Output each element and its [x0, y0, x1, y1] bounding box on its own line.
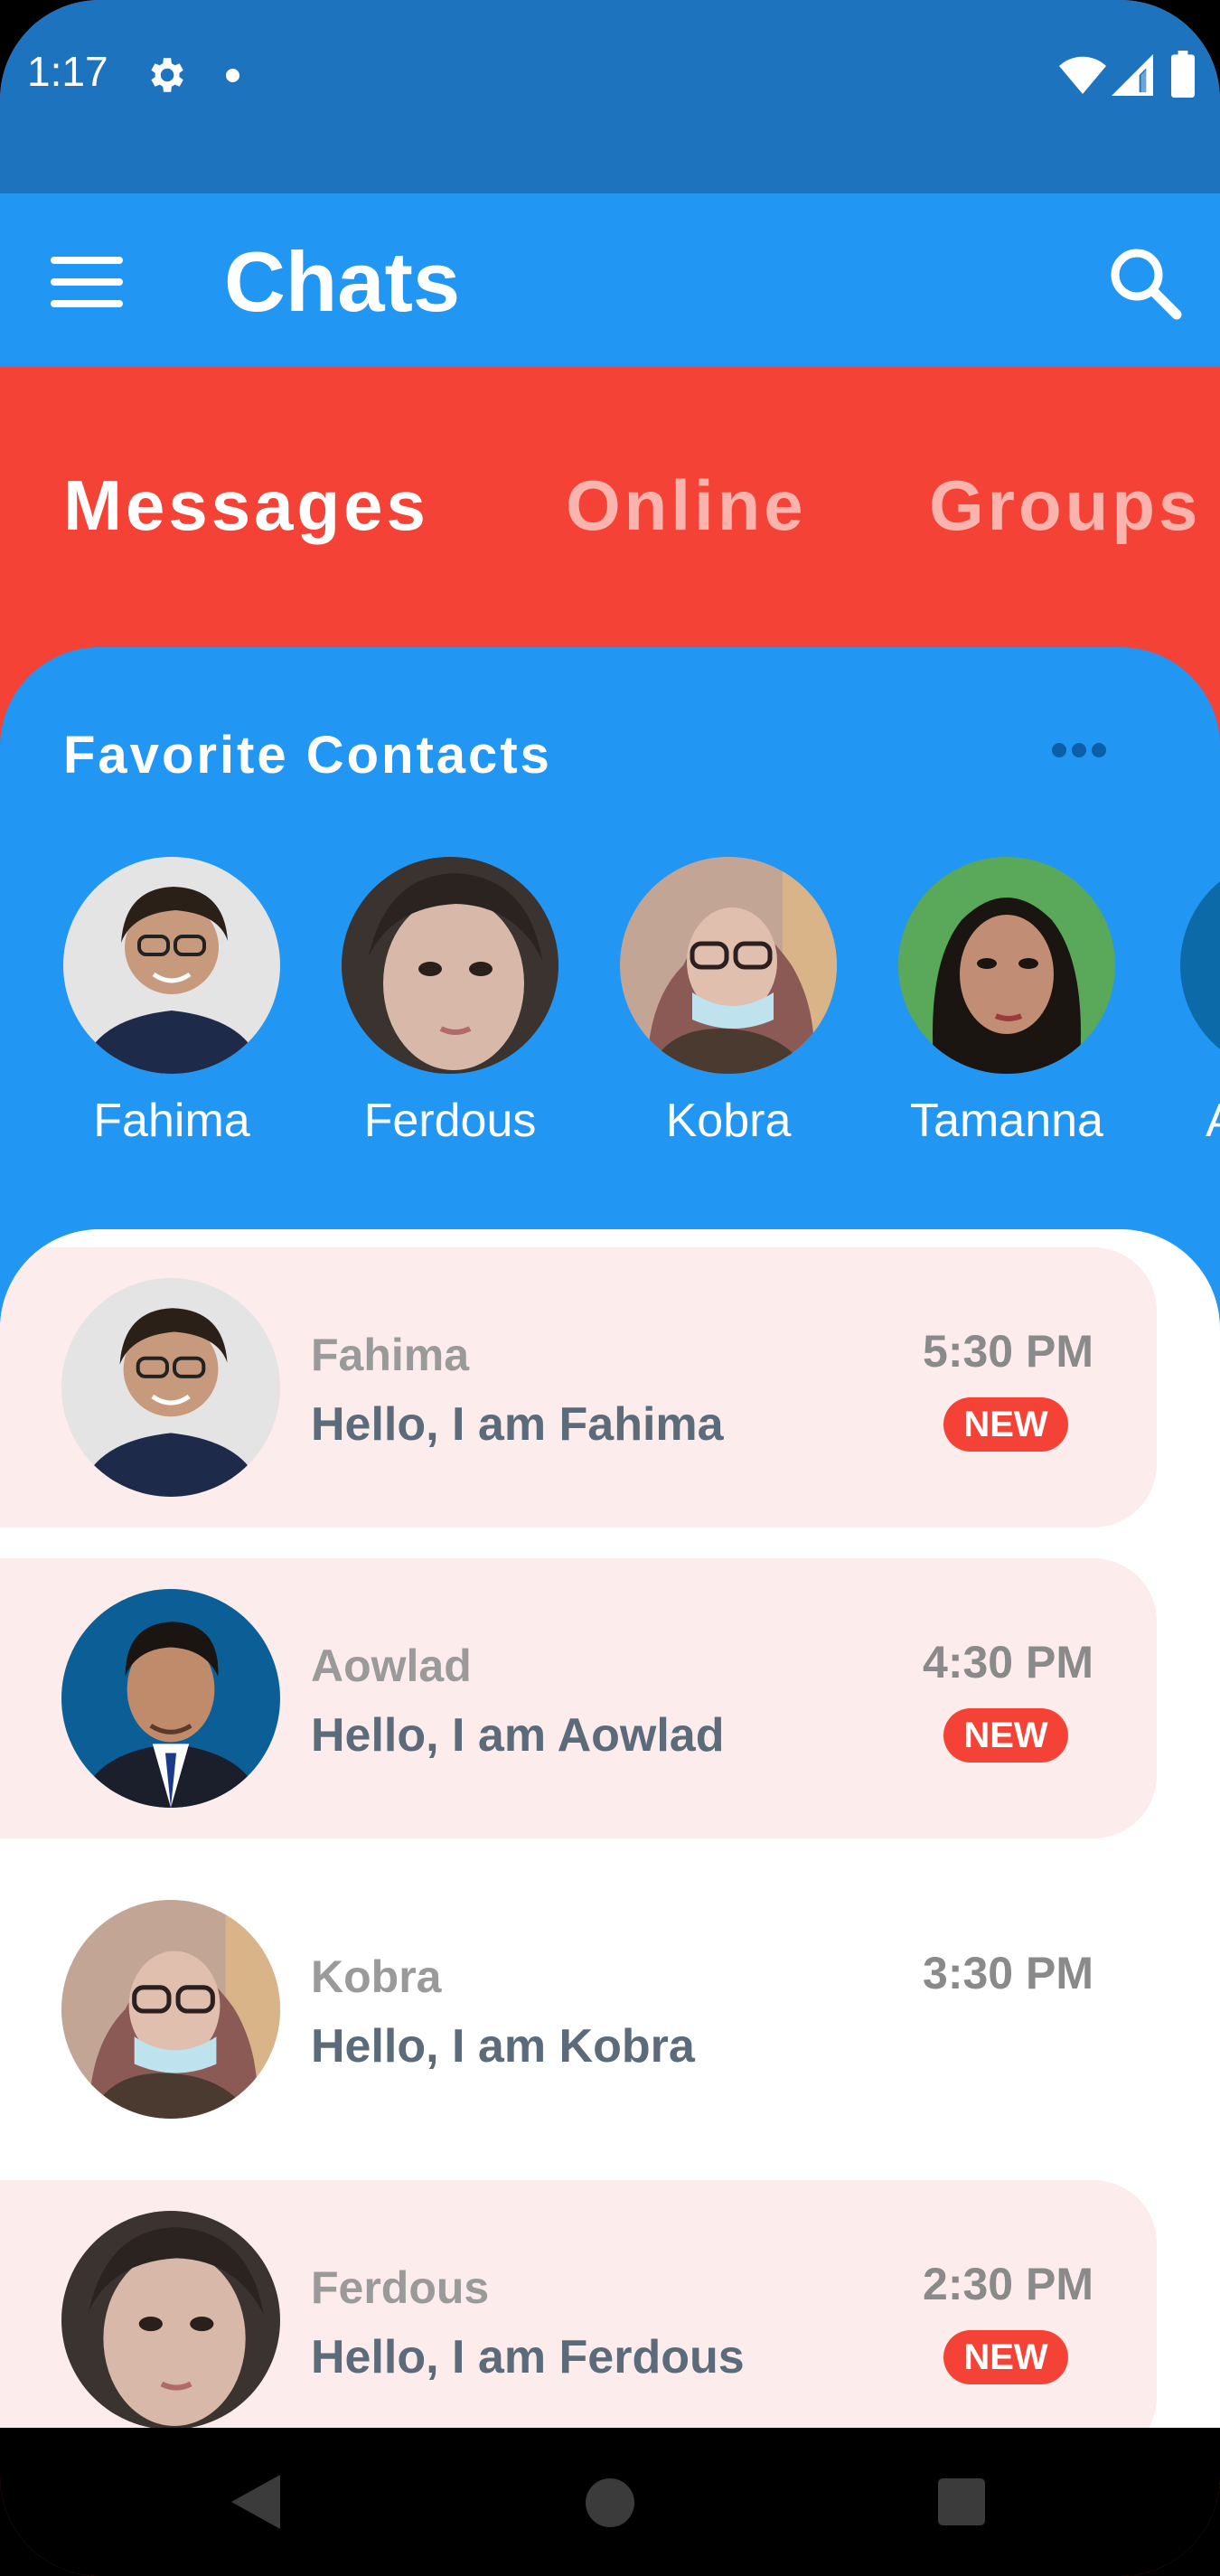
- category-tabs: Messages Online Groups: [0, 367, 1220, 674]
- chat-timestamp: 3:30 PM: [923, 1948, 1093, 1998]
- app-bar: Chats: [0, 193, 1220, 367]
- search-icon[interactable]: [1106, 244, 1182, 320]
- navigation-bar: [0, 2428, 1220, 2576]
- chat-message-preview: Hello, I am Aowlad: [311, 1709, 725, 1762]
- chat-list: Fahima Hello, I am Fahima 5:30 PM NEW Ao…: [0, 1229, 1220, 2428]
- avatar: [61, 1278, 280, 1497]
- page-title: Chats: [224, 234, 461, 329]
- tab-groups[interactable]: Groups: [929, 465, 1201, 547]
- chat-contact-name: Aowlad: [311, 1641, 472, 1691]
- chat-message-preview: Hello, I am Fahima: [311, 1398, 724, 1451]
- favorite-contact-fahima[interactable]: Fahima: [63, 857, 280, 1148]
- home-icon[interactable]: [586, 2478, 634, 2527]
- chat-row-aowlad[interactable]: Aowlad Hello, I am Aowlad 4:30 PM NEW: [0, 1558, 1157, 1838]
- notification-dot-icon: [226, 69, 239, 82]
- chat-message-preview: Hello, I am Kobra: [311, 2020, 695, 2073]
- favorite-contact-name: Tamanna: [910, 1095, 1103, 1147]
- chat-contact-name: Ferdous: [311, 2262, 490, 2313]
- avatar: [620, 857, 837, 1074]
- favorite-contact-ferdous[interactable]: Ferdous: [342, 857, 558, 1148]
- tab-messages[interactable]: Messages: [63, 465, 429, 547]
- new-badge: NEW: [943, 2330, 1068, 2384]
- chat-timestamp: 2:30 PM: [923, 2259, 1093, 2309]
- favorite-contact-name: Fahima: [93, 1095, 250, 1147]
- favorite-contact-tamanna[interactable]: Tamanna: [898, 857, 1115, 1148]
- avatar: [61, 1589, 280, 1808]
- battery-icon: [1171, 51, 1195, 98]
- favorite-contact-name: A: [1206, 1094, 1220, 1148]
- chat-contact-name: Fahima: [311, 1330, 470, 1380]
- hamburger-menu-icon[interactable]: [51, 257, 123, 307]
- recents-icon[interactable]: [938, 2478, 985, 2525]
- chat-message-preview: Hello, I am Ferdous: [311, 2331, 745, 2383]
- favorite-contact-avatar-partial[interactable]: [1180, 857, 1220, 1074]
- favorite-contact-name: Kobra: [665, 1095, 792, 1147]
- avatar: [61, 1900, 280, 2119]
- status-bar: 1:17: [0, 0, 1220, 193]
- chat-row-kobra[interactable]: Kobra Hello, I am Kobra 3:30 PM: [0, 1869, 1157, 2149]
- avatar: [61, 2211, 280, 2428]
- chat-row-fahima[interactable]: Fahima Hello, I am Fahima 5:30 PM NEW: [0, 1247, 1157, 1528]
- avatar: [342, 857, 558, 1074]
- chat-timestamp: 5:30 PM: [923, 1326, 1093, 1377]
- back-icon[interactable]: [231, 2475, 280, 2529]
- wifi-icon: [1059, 56, 1106, 94]
- favorite-contact-kobra[interactable]: Kobra: [620, 857, 837, 1148]
- new-badge: NEW: [943, 1708, 1068, 1763]
- avatar: [63, 857, 280, 1074]
- status-time: 1:17: [27, 48, 108, 95]
- chat-contact-name: Kobra: [311, 1951, 442, 2002]
- chat-timestamp: 4:30 PM: [923, 1637, 1093, 1688]
- chat-row-ferdous[interactable]: Ferdous Hello, I am Ferdous 2:30 PM NEW: [0, 2180, 1157, 2428]
- favorite-contacts-title: Favorite Contacts: [63, 726, 552, 785]
- tab-online[interactable]: Online: [566, 465, 807, 547]
- phone-screen: 1:17 Chats Messages Online Groups Favori…: [0, 0, 1220, 2576]
- new-badge: NEW: [943, 1397, 1068, 1452]
- more-horizontal-icon[interactable]: [1052, 743, 1117, 765]
- avatar: [898, 857, 1115, 1074]
- cell-signal-icon: [1112, 54, 1153, 96]
- settings-gear-icon: [151, 58, 183, 92]
- favorite-contact-name: Ferdous: [363, 1095, 537, 1147]
